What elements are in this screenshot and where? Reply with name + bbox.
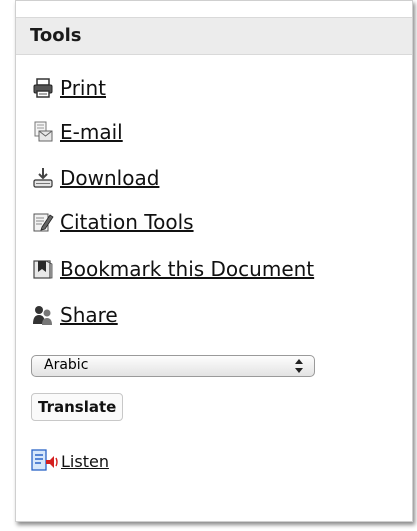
tool-bookmark-link[interactable]: Bookmark this Document [60, 257, 314, 281]
tool-download[interactable]: Download [32, 165, 159, 191]
tools-title: Tools [30, 25, 82, 46]
printer-icon [33, 78, 53, 98]
tool-email-link[interactable]: E-mail [60, 120, 123, 144]
citation-icon [33, 213, 54, 232]
tool-bookmark[interactable]: Bookmark this Document [32, 256, 314, 282]
tool-share-link[interactable]: Share [60, 303, 118, 327]
email-icon [34, 121, 53, 142]
download-icon [33, 168, 53, 188]
listen-icon [31, 449, 58, 471]
share-icon [33, 306, 52, 325]
tool-print[interactable]: Print [32, 75, 106, 101]
select-arrows-icon [295, 359, 303, 373]
tool-citation-link[interactable]: Citation Tools [60, 210, 194, 234]
tool-print-link[interactable]: Print [60, 76, 106, 100]
tools-panel: Tools Print E-mail Download Citation Too… [15, 0, 413, 522]
tool-citation[interactable]: Citation Tools [32, 209, 194, 235]
language-select[interactable]: Arabic [31, 355, 315, 377]
translate-button[interactable]: Translate [31, 393, 124, 421]
language-select-value: Arabic [44, 357, 89, 373]
listen-link[interactable]: Listen [61, 452, 109, 471]
tool-email[interactable]: E-mail [32, 119, 123, 145]
tool-share[interactable]: Share [32, 302, 118, 328]
bookmark-icon [33, 260, 53, 279]
tool-download-link[interactable]: Download [60, 166, 159, 190]
tools-header: Tools [16, 17, 412, 55]
listen-link-row[interactable]: Listen [31, 449, 109, 473]
